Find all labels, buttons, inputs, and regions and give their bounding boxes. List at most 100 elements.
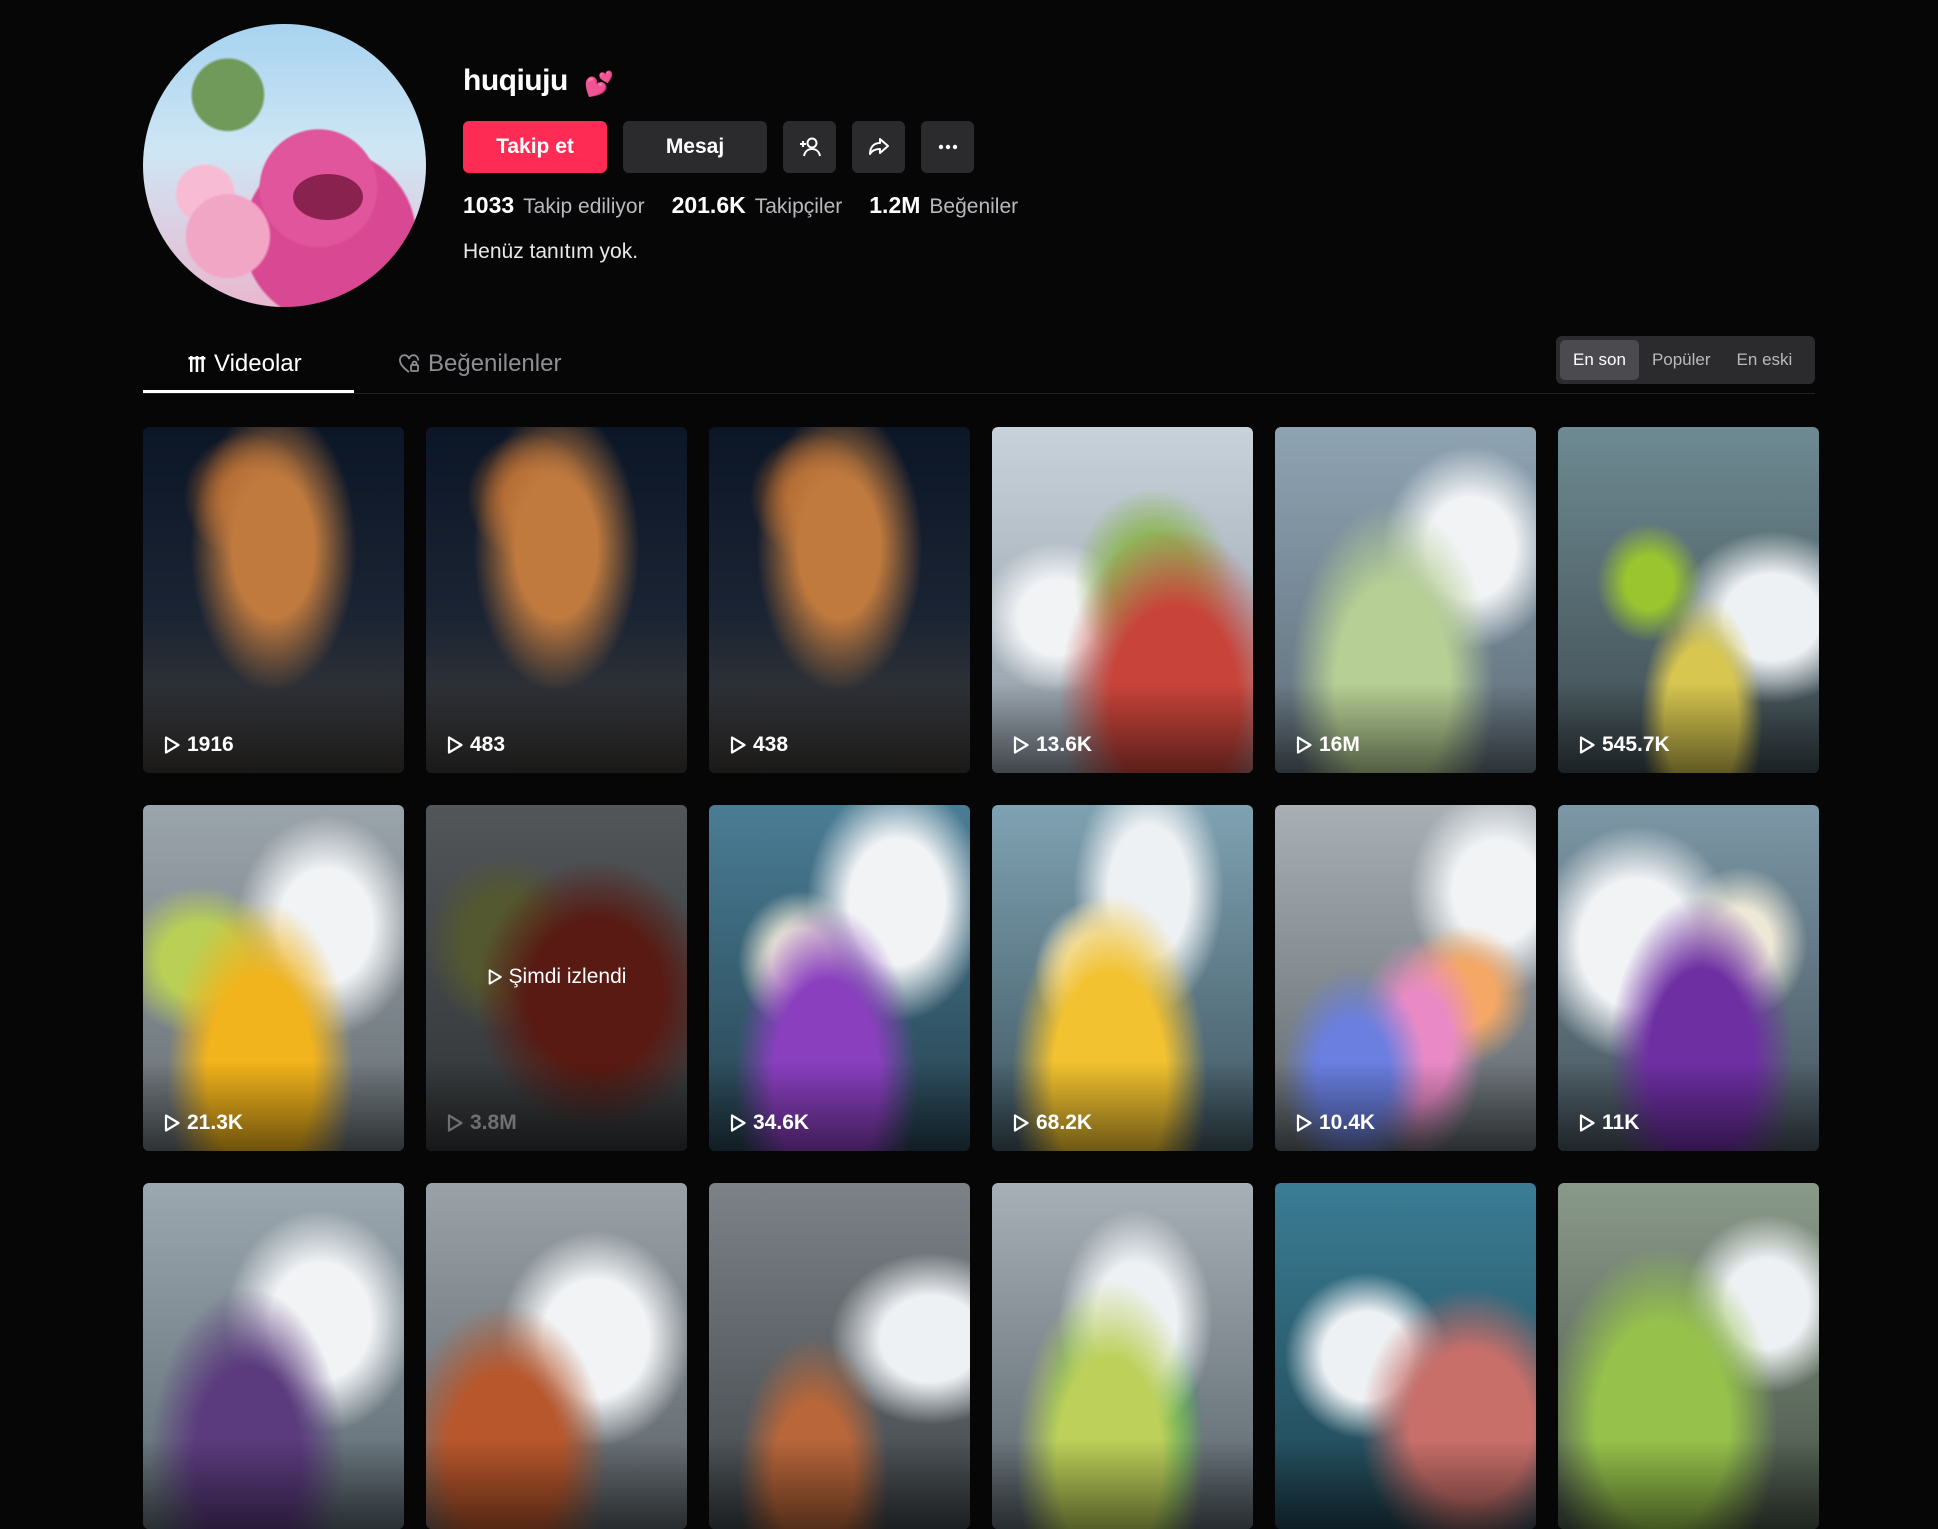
tabs-divider	[143, 393, 1815, 394]
view-count: 11K	[1578, 1111, 1639, 1135]
view-count: 438	[729, 733, 788, 757]
video-card[interactable]: 68.2K	[992, 805, 1253, 1151]
view-count-value: 34.6K	[753, 1111, 810, 1134]
thumbnail-shade	[1275, 1061, 1536, 1151]
play-icon	[164, 736, 180, 754]
video-card[interactable]	[1558, 1183, 1819, 1529]
video-card[interactable]: 13.6K	[992, 427, 1253, 773]
thumbnail-shade	[992, 683, 1253, 773]
play-icon	[730, 1114, 746, 1132]
message-button[interactable]: Mesaj	[623, 121, 767, 173]
video-card[interactable]: 483	[426, 427, 687, 773]
play-icon	[1296, 736, 1312, 754]
tab-videos[interactable]: Videolar	[188, 350, 302, 378]
thumbnail-shade	[426, 1439, 687, 1529]
view-count: 545.7K	[1578, 733, 1670, 757]
tab-videos-label: Videolar	[214, 350, 302, 377]
more-options-button[interactable]	[921, 121, 974, 173]
thumbnail-shade	[709, 1439, 970, 1529]
sort-latest[interactable]: En son	[1560, 340, 1639, 380]
likes-count: 1.2M	[869, 192, 921, 218]
play-icon	[1579, 736, 1595, 754]
play-icon	[488, 969, 502, 985]
view-count-value: 68.2K	[1036, 1111, 1093, 1134]
play-icon	[1013, 1114, 1029, 1132]
thumbnail-shade	[143, 1439, 404, 1529]
view-count-value: 3.8M	[470, 1111, 517, 1134]
share-arrow-icon	[868, 138, 889, 155]
video-card[interactable]	[992, 1183, 1253, 1529]
username: huqiuju	[463, 64, 568, 97]
sort-toggle: En son Popüler En eski	[1556, 336, 1815, 384]
play-icon	[447, 736, 463, 754]
video-card[interactable]: 16M	[1275, 427, 1536, 773]
thumbnail-shade	[426, 683, 687, 773]
view-count: 13.6K	[1012, 733, 1092, 757]
tab-liked[interactable]: Beğenilenler	[398, 350, 561, 378]
video-card[interactable]: 34.6K	[709, 805, 970, 1151]
thumbnail-shade	[709, 683, 970, 773]
video-card[interactable]: 438	[709, 427, 970, 773]
add-user-icon	[799, 137, 821, 157]
video-card[interactable]: 1916	[143, 427, 404, 773]
thumbnail-shade	[1558, 683, 1819, 773]
play-icon	[447, 1114, 463, 1132]
video-card[interactable]	[709, 1183, 970, 1529]
video-card[interactable]: 545.7K	[1558, 427, 1819, 773]
view-count-value: 13.6K	[1036, 733, 1093, 756]
video-card[interactable]: 10.4K	[1275, 805, 1536, 1151]
view-count: 10.4K	[1295, 1111, 1375, 1135]
view-count-value: 545.7K	[1602, 733, 1670, 756]
avatar-bear-face	[293, 174, 363, 220]
follow-button[interactable]: Takip et	[463, 121, 607, 173]
thumbnail-shade	[1275, 683, 1536, 773]
play-icon	[1013, 736, 1029, 754]
video-card[interactable]: 3.8M Şimdi izlendi	[426, 805, 687, 1151]
view-count-value: 16M	[1319, 733, 1360, 756]
view-count: 21.3K	[163, 1111, 243, 1135]
grid-bars-icon	[188, 356, 206, 372]
view-count: 16M	[1295, 733, 1360, 757]
watched-now-text: Şimdi izlendi	[508, 965, 627, 988]
likes-label: Beğeniler	[929, 195, 1019, 218]
view-count-value: 483	[470, 733, 506, 756]
thumbnail-shade	[1558, 1439, 1819, 1529]
tab-liked-label: Beğenilenler	[428, 350, 562, 377]
view-count-value: 438	[753, 733, 789, 756]
sort-oldest[interactable]: En eski	[1724, 340, 1806, 380]
play-icon	[164, 1114, 180, 1132]
view-count: 483	[446, 733, 505, 757]
view-count-value: 1916	[187, 733, 234, 756]
watched-now-label: Şimdi izlendi	[426, 965, 687, 989]
following-label[interactable]: Takip ediliyor	[523, 195, 644, 219]
suggested-accounts-button[interactable]	[783, 121, 836, 173]
video-card[interactable]: 11K	[1558, 805, 1819, 1151]
share-button[interactable]	[852, 121, 905, 173]
avatar[interactable]	[143, 24, 426, 307]
thumbnail-shade	[143, 683, 404, 773]
following-count[interactable]: 1033	[463, 192, 514, 219]
thumbnail-shade	[1275, 1439, 1536, 1529]
bio-text: Henüz tanıtım yok.	[463, 240, 639, 263]
play-icon	[1296, 1114, 1312, 1132]
thumbnail-shade	[709, 1061, 970, 1151]
heart-lock-icon	[399, 354, 419, 373]
followers-count[interactable]: 201.6K	[672, 192, 746, 219]
view-count: 3.8M	[446, 1111, 517, 1135]
video-card[interactable]: 21.3K	[143, 805, 404, 1151]
video-card[interactable]	[426, 1183, 687, 1529]
video-card[interactable]	[143, 1183, 404, 1529]
sort-popular[interactable]: Popüler	[1639, 340, 1724, 380]
play-icon	[730, 736, 746, 754]
followers-label[interactable]: Takipçiler	[755, 195, 843, 219]
thumbnail-shade	[143, 1061, 404, 1151]
video-card[interactable]	[1275, 1183, 1536, 1529]
hearts-emoji-icon: 💕	[584, 71, 614, 98]
view-count: 34.6K	[729, 1111, 809, 1135]
view-count-value: 21.3K	[187, 1111, 244, 1134]
view-count: 1916	[163, 733, 234, 757]
thumbnail-shade	[426, 1061, 687, 1151]
thumbnail-shade	[992, 1061, 1253, 1151]
view-count: 68.2K	[1012, 1111, 1092, 1135]
more-dots-icon	[938, 144, 957, 150]
